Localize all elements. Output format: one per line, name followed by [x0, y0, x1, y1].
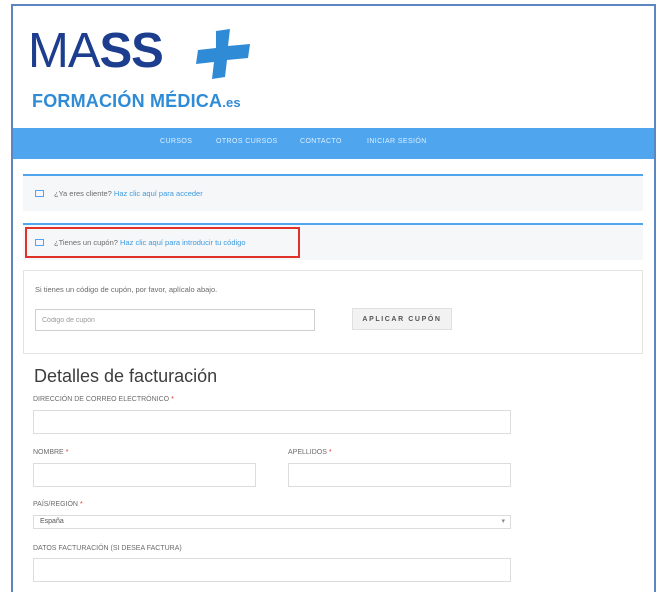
logo-subtitle-suffix: .es — [222, 95, 241, 110]
logo-subtitle-text: FORMACIÓN MÉDICA — [32, 91, 223, 111]
first-name-field[interactable] — [33, 463, 256, 487]
returning-customer-notice: ¿Ya eres cliente? Haz clic aquí para acc… — [23, 174, 643, 211]
billing-title: Detalles de facturación — [34, 366, 218, 386]
plus-icon — [196, 29, 250, 79]
logo-wordmark: MASS — [28, 24, 164, 78]
country-label: PAÍS/REGIÓN * — [33, 501, 83, 508]
logo-wordmark-bold: SS — [99, 24, 164, 78]
required-mark: * — [79, 501, 83, 508]
first-name-label-text: NOMBRE — [33, 449, 64, 456]
country-label-text: PAÍS/REGIÓN — [33, 501, 78, 508]
last-name-label: APELLIDOS * — [288, 449, 332, 456]
returning-customer-text: ¿Ya eres cliente? Haz clic aquí para acc… — [54, 189, 203, 198]
nav-item-iniciar-sesion[interactable]: INICIAR SESIÓN — [367, 138, 427, 145]
chevron-down-icon: ▾ — [501, 518, 505, 525]
last-name-label-text: APELLIDOS — [288, 449, 327, 456]
invoice-label: DATOS FACTURACIÓN (SI DESEA FACTURA) — [33, 545, 182, 552]
logo-subtitle: FORMACIÓN MÉDICA.es — [32, 91, 241, 112]
returning-customer-question: ¿Ya eres cliente? — [54, 189, 112, 198]
window-icon — [35, 190, 44, 197]
invoice-field[interactable] — [33, 558, 511, 582]
logo-wordmark-thin: MA — [28, 24, 100, 78]
last-name-field[interactable] — [288, 463, 511, 487]
login-link[interactable]: Haz clic aquí para acceder — [114, 189, 203, 198]
apply-coupon-button[interactable]: APLICAR CUPÓN — [352, 308, 452, 330]
coupon-code-input[interactable] — [35, 309, 315, 331]
highlight-box — [25, 227, 300, 258]
country-select[interactable]: España ▾ — [33, 515, 511, 529]
site-logo[interactable]: MASS FORMACIÓN MÉDICA.es — [22, 23, 252, 118]
required-mark: * — [171, 396, 174, 403]
required-mark: * — [328, 449, 332, 456]
nav-item-contacto[interactable]: CONTACTO — [300, 138, 342, 145]
email-label-text: DIRECCIÓN DE CORREO ELECTRÓNICO — [33, 396, 170, 403]
coupon-form: Si tienes un código de cupón, por favor,… — [23, 270, 643, 354]
country-value: España — [40, 518, 64, 525]
main-nav: CURSOS OTROS CURSOS CONTACTO INICIAR SES… — [13, 128, 654, 159]
first-name-label: NOMBRE * — [33, 449, 68, 456]
email-field[interactable] — [33, 410, 511, 434]
required-mark: * — [65, 449, 69, 456]
nav-item-cursos[interactable]: CURSOS — [160, 138, 192, 145]
coupon-info: Si tienes un código de cupón, por favor,… — [35, 285, 218, 294]
email-label: DIRECCIÓN DE CORREO ELECTRÓNICO * — [33, 396, 174, 403]
nav-item-otros-cursos[interactable]: OTROS CURSOS — [216, 138, 278, 145]
